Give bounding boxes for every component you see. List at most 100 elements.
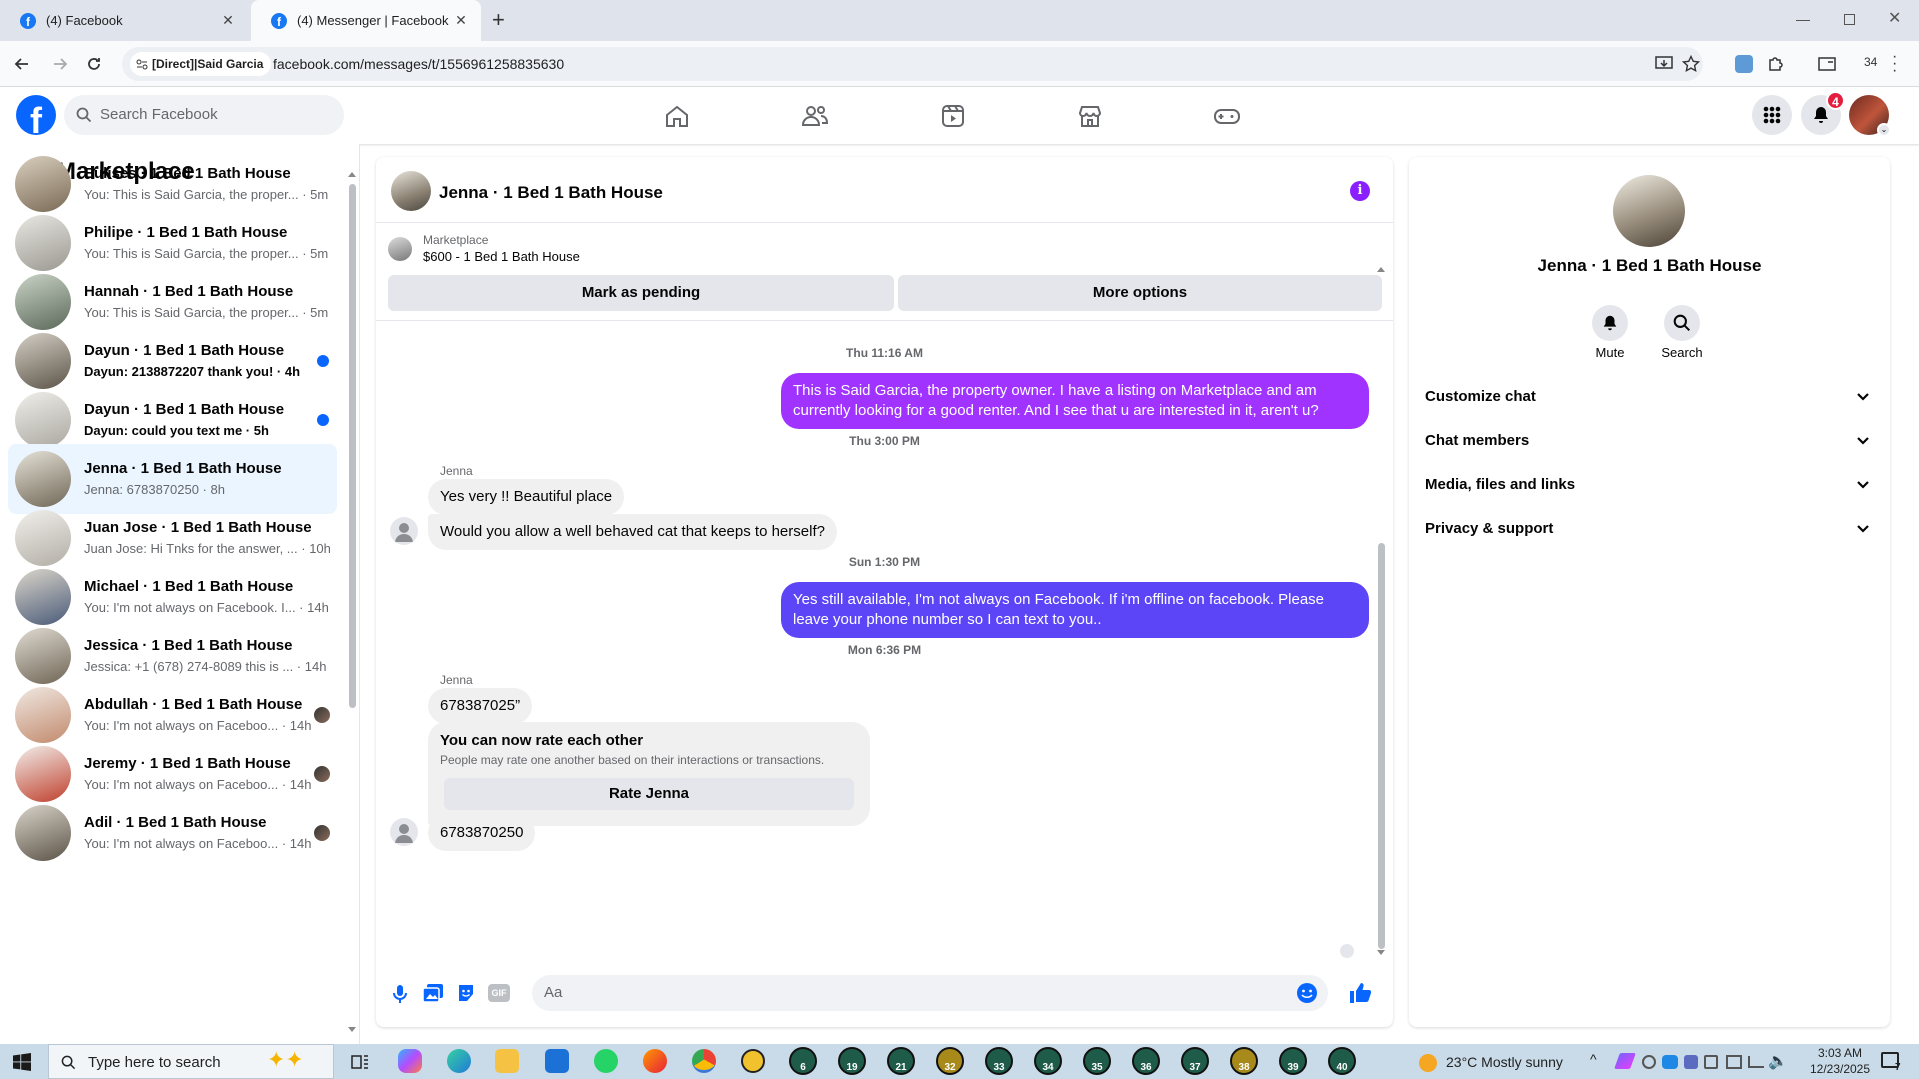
install-app-icon[interactable]: [1655, 56, 1673, 72]
mute-button[interactable]: [1592, 305, 1628, 341]
edge-icon[interactable]: [447, 1049, 471, 1073]
taskbar-search-box[interactable]: Type here to search ✦✦: [48, 1044, 334, 1079]
pinned-game-icon[interactable]: 36: [1132, 1047, 1160, 1075]
file-explorer-icon[interactable]: [495, 1049, 519, 1073]
settings-section-row[interactable]: Media, files and links: [1425, 465, 1874, 505]
settings-section-row[interactable]: Customize chat: [1425, 377, 1874, 417]
photo-icon[interactable]: [422, 983, 444, 1003]
outgoing-message[interactable]: This is Said Garcia, the property owner.…: [781, 373, 1369, 429]
message-input[interactable]: Aa: [532, 975, 1328, 1011]
minimize-icon[interactable]: [1796, 20, 1810, 21]
gaming-nav-icon[interactable]: [1210, 99, 1244, 133]
tray-device-icon[interactable]: [1704, 1055, 1718, 1069]
outlook-icon[interactable]: [545, 1049, 569, 1073]
reading-list-icon[interactable]: [1817, 54, 1837, 74]
chrome-icon[interactable]: [692, 1049, 716, 1073]
scroll-up-arrow-icon[interactable]: [1377, 267, 1385, 272]
chrome-menu-icon[interactable]: · · ·: [1892, 49, 1898, 79]
forward-arrow-icon[interactable]: [50, 54, 70, 74]
bookmark-star-icon[interactable]: [1682, 55, 1700, 73]
info-icon[interactable]: i: [1350, 181, 1370, 201]
url-text[interactable]: facebook.com/messages/t/1556961258835630: [273, 56, 564, 72]
conversation-row[interactable]: Adil · 1 Bed 1 Bath House You: I'm not al…: [8, 798, 337, 868]
pinned-game-icon[interactable]: 34: [1034, 1047, 1062, 1075]
clock-time[interactable]: 3:03 AM: [1800, 1046, 1880, 1060]
close-tab-icon[interactable]: ✕: [453, 12, 469, 28]
window-close-icon[interactable]: ✕: [1888, 8, 1901, 28]
task-view-icon[interactable]: [350, 1052, 370, 1072]
incoming-message[interactable]: 678387025”: [428, 688, 533, 724]
thumbs-up-icon[interactable]: [1348, 981, 1372, 1005]
pinned-game-icon[interactable]: 21: [887, 1047, 915, 1075]
scrollbar-thumb[interactable]: [349, 184, 356, 708]
pinned-game-icon[interactable]: 6: [789, 1047, 817, 1075]
onedrive-tray-icon[interactable]: [1662, 1055, 1678, 1069]
listing-title[interactable]: $600 - 1 Bed 1 Bath House: [423, 249, 580, 264]
marketplace-nav-icon[interactable]: [1073, 99, 1107, 133]
scroll-up-arrow-icon[interactable]: [348, 172, 356, 177]
extension-counter[interactable]: 34: [1864, 55, 1877, 69]
address-bar[interactable]: [Direct]|Said Garcia facebook.com/messag…: [122, 47, 1703, 81]
settings-section-row[interactable]: Chat members: [1425, 421, 1874, 461]
browser-tab-facebook[interactable]: f (4) Facebook ✕: [0, 0, 248, 41]
clock-date[interactable]: 12/23/2025: [1800, 1062, 1880, 1076]
friends-nav-icon[interactable]: [798, 99, 832, 133]
home-nav-icon[interactable]: [660, 99, 694, 133]
app-x-icon[interactable]: [741, 1049, 765, 1073]
menu-grid-button[interactable]: [1752, 95, 1792, 135]
copilot-icon[interactable]: [398, 1049, 422, 1073]
restore-icon[interactable]: [1844, 14, 1855, 25]
facebook-logo-icon[interactable]: f: [16, 95, 56, 135]
scroll-down-arrow-icon[interactable]: [1377, 950, 1385, 955]
more-options-button[interactable]: More options: [898, 275, 1382, 311]
pinned-game-icon[interactable]: 32: [936, 1047, 964, 1075]
video-nav-icon[interactable]: [936, 99, 970, 133]
close-tab-icon[interactable]: ✕: [220, 12, 236, 28]
pinned-game-icon[interactable]: 39: [1279, 1047, 1307, 1075]
notifications-button[interactable]: 4: [1801, 91, 1845, 135]
site-info-chip[interactable]: [Direct]|Said Garcia: [130, 52, 272, 76]
profile-avatar[interactable]: [1613, 175, 1685, 247]
incoming-message[interactable]: Yes very !! Beautiful place: [428, 479, 625, 515]
firefox-icon[interactable]: [643, 1049, 667, 1073]
pinned-game-icon[interactable]: 37: [1181, 1047, 1209, 1075]
extension-translate-icon[interactable]: [1735, 55, 1753, 73]
scrollbar-thumb[interactable]: [1378, 543, 1385, 949]
mark-as-pending-button[interactable]: Mark as pending: [388, 275, 894, 311]
pinned-game-icon[interactable]: 38: [1230, 1047, 1258, 1075]
reload-icon[interactable]: [84, 54, 104, 74]
whatsapp-icon[interactable]: [594, 1049, 618, 1073]
rate-jenna-button[interactable]: Rate Jenna: [444, 778, 854, 810]
listing-thumbnail[interactable]: [388, 237, 412, 261]
extensions-puzzle-icon[interactable]: [1766, 54, 1786, 74]
scroll-down-arrow-icon[interactable]: [348, 1027, 356, 1032]
emoji-icon[interactable]: [1296, 982, 1318, 1004]
network-tray-icon[interactable]: [1748, 1056, 1764, 1068]
windows-start-icon[interactable]: [13, 1053, 31, 1071]
incoming-message[interactable]: Would you allow a well behaved cat that …: [428, 514, 837, 550]
pinned-game-icon[interactable]: 33: [985, 1047, 1013, 1075]
microphone-icon[interactable]: [390, 983, 410, 1005]
chat-title[interactable]: Jenna · 1 Bed 1 Bath House: [439, 183, 663, 203]
tray-chevron-icon[interactable]: ^: [1590, 1051, 1597, 1067]
incoming-message[interactable]: 6783870250: [428, 815, 536, 851]
weather-text[interactable]: 23°C Mostly sunny: [1446, 1054, 1563, 1070]
outgoing-message[interactable]: Yes still available, I'm not always on F…: [781, 582, 1369, 638]
sticker-icon[interactable]: [456, 983, 476, 1003]
search-in-chat-button[interactable]: [1664, 305, 1700, 341]
gif-icon[interactable]: GIF: [488, 984, 510, 1002]
teams-tray-icon[interactable]: [1684, 1055, 1698, 1069]
new-tab-icon[interactable]: +: [492, 9, 505, 31]
account-avatar[interactable]: ⌄: [1849, 95, 1891, 137]
pinned-game-icon[interactable]: 19: [838, 1047, 866, 1075]
settings-section-row[interactable]: Privacy & support: [1425, 509, 1874, 549]
facebook-search-input[interactable]: Search Facebook: [64, 95, 344, 135]
browser-tab-messenger[interactable]: f (4) Messenger | Facebook ✕: [251, 0, 481, 41]
tray-display-icon[interactable]: [1726, 1055, 1742, 1069]
pinned-game-icon[interactable]: 40: [1328, 1047, 1356, 1075]
tray-app-icon[interactable]: [1642, 1055, 1656, 1069]
chat-avatar[interactable]: [391, 171, 431, 211]
pen-tray-icon[interactable]: [1614, 1053, 1636, 1069]
pinned-game-icon[interactable]: 35: [1083, 1047, 1111, 1075]
volume-tray-icon[interactable]: 🔈: [1768, 1051, 1788, 1071]
